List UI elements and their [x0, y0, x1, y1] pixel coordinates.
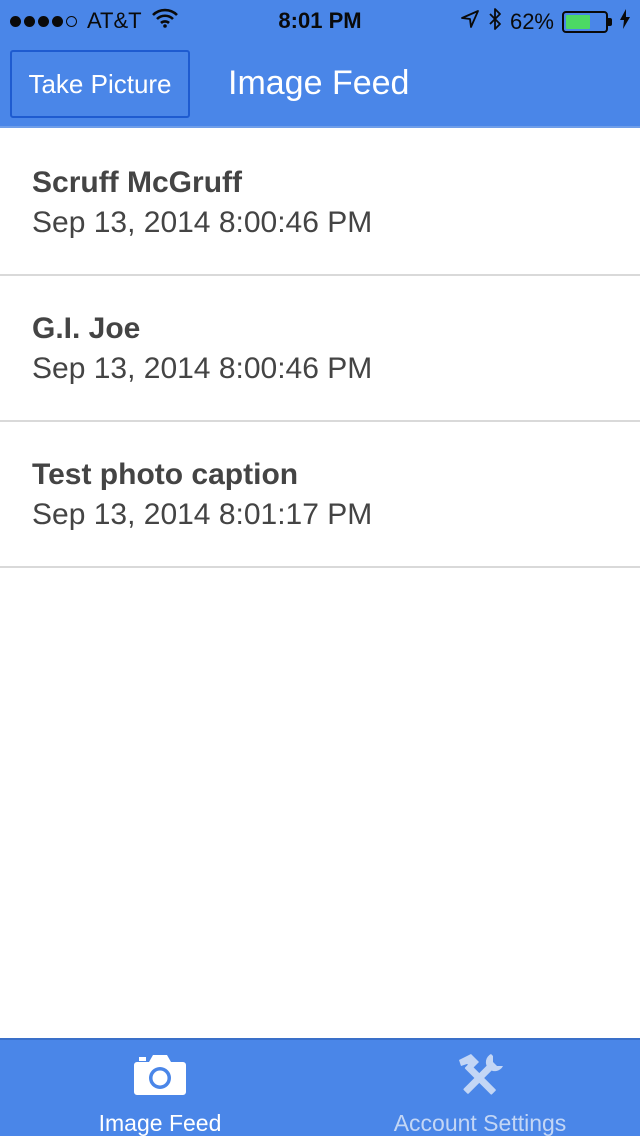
- tab-bar: Image Feed Account Settings: [0, 1038, 640, 1136]
- tools-icon: [453, 1052, 507, 1105]
- image-feed-list: Scruff McGruff Sep 13, 2014 8:00:46 PM G…: [0, 130, 640, 568]
- bluetooth-icon: [488, 7, 502, 37]
- nav-bar: Take Picture Image Feed: [0, 40, 640, 128]
- status-right: 62%: [460, 7, 630, 37]
- page-title: Image Feed: [228, 64, 410, 102]
- charging-bolt-icon: [620, 9, 630, 35]
- status-bar: AT&T 8:01 PM 62%: [0, 0, 640, 40]
- list-item[interactable]: Test photo caption Sep 13, 2014 8:01:17 …: [0, 422, 640, 568]
- location-arrow-icon: [460, 9, 480, 35]
- battery-icon: [562, 11, 612, 33]
- item-date: Sep 13, 2014 8:00:46 PM: [32, 206, 373, 239]
- battery-percent: 62%: [509, 9, 554, 34]
- battery-level-fill: [566, 15, 590, 29]
- list-item[interactable]: Scruff McGruff Sep 13, 2014 8:00:46 PM: [0, 130, 640, 276]
- tab-label: Account Settings: [393, 1110, 567, 1136]
- camera-icon: [133, 1052, 187, 1101]
- screen: AT&T 8:01 PM 62% Take Picture Image Feed…: [0, 0, 640, 1136]
- tab-label: Image Feed: [98, 1110, 222, 1136]
- take-picture-button[interactable]: Take Picture: [10, 50, 190, 118]
- header: AT&T 8:01 PM 62% Take Picture Image Feed: [0, 0, 640, 128]
- item-date: Sep 13, 2014 8:01:17 PM: [32, 498, 373, 531]
- item-title: Scruff McGruff: [32, 166, 242, 199]
- item-date: Sep 13, 2014 8:00:46 PM: [32, 352, 373, 385]
- item-title: G.I. Joe: [32, 312, 141, 345]
- list-item[interactable]: G.I. Joe Sep 13, 2014 8:00:46 PM: [0, 276, 640, 422]
- item-title: Test photo caption: [32, 458, 299, 491]
- tab-image-feed[interactable]: Image Feed: [0, 1040, 320, 1136]
- tab-account-settings[interactable]: Account Settings: [320, 1040, 640, 1136]
